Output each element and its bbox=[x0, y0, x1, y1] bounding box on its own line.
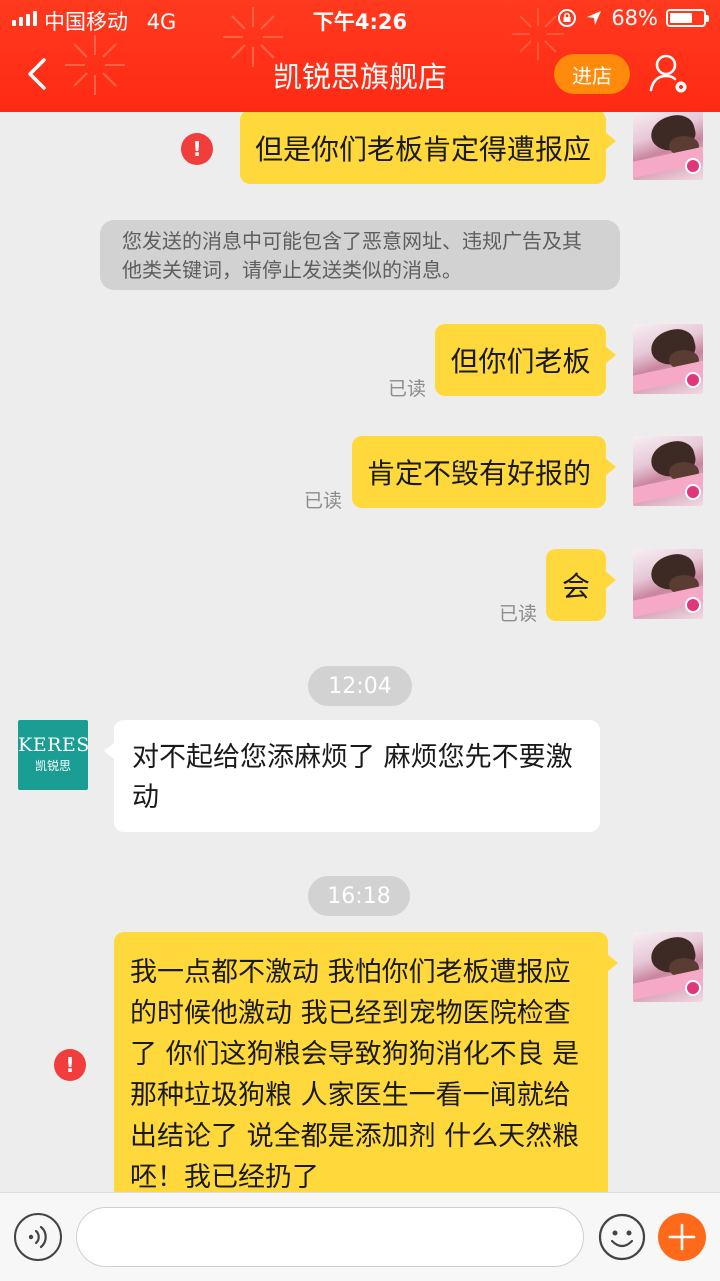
user-settings-icon[interactable] bbox=[648, 52, 690, 96]
voice-icon bbox=[28, 1225, 47, 1249]
message-bubble[interactable]: 肯定不毁有好报的 bbox=[352, 436, 616, 508]
message-text: 肯定不毁有好报的 bbox=[366, 457, 591, 490]
message-text: 但你们老板 bbox=[450, 345, 591, 378]
failed-mark: ! bbox=[192, 137, 202, 161]
my-avatar[interactable] bbox=[633, 932, 703, 1002]
battery-icon bbox=[666, 9, 709, 27]
message-input[interactable] bbox=[76, 1207, 584, 1267]
status-right: 68% bbox=[557, 6, 709, 30]
message-bubble[interactable]: 但是你们老板肯定得遭报应 bbox=[240, 112, 616, 184]
nav-bar: 凯锐思旗舰店 进店 bbox=[0, 38, 720, 112]
plus-button[interactable] bbox=[658, 1213, 706, 1261]
input-bar bbox=[0, 1192, 720, 1281]
shop-message-bubble[interactable]: 对不起给您添麻烦了 麻烦您先不要激动 bbox=[104, 720, 600, 832]
battery-fill bbox=[670, 13, 692, 23]
chat-area[interactable]: ! 但是你们老板肯定得遭报应 您发送的消息中可能包含了恶意网址、违规广告及其他类… bbox=[0, 112, 720, 1192]
timestamp: 16:18 bbox=[308, 876, 410, 916]
message-text: 但是你们老板肯定得遭报应 bbox=[254, 133, 591, 166]
message-text: 会 bbox=[561, 570, 590, 603]
read-status: 已读 bbox=[499, 603, 538, 625]
message-text: 对不起给您添麻烦了 麻烦您先不要激动 bbox=[132, 742, 573, 813]
location-icon bbox=[587, 11, 602, 25]
failed-mark: ! bbox=[65, 1053, 75, 1077]
my-avatar[interactable] bbox=[633, 549, 703, 619]
system-notice: 您发送的消息中可能包含了恶意网址、违规广告及其他类关键词，请停止发送类似的消息。 bbox=[100, 220, 620, 290]
my-avatar[interactable] bbox=[633, 436, 703, 506]
read-status: 已读 bbox=[388, 378, 427, 400]
shop-avatar[interactable]: KERES 凯锐思 bbox=[18, 720, 90, 790]
timestamp: 12:04 bbox=[308, 666, 412, 706]
message-bubble[interactable]: 会 bbox=[546, 549, 616, 621]
voice-button[interactable] bbox=[14, 1213, 62, 1261]
enter-store-button[interactable]: 进店 bbox=[554, 54, 630, 94]
send-failed-icon[interactable]: ! bbox=[54, 1049, 86, 1081]
shop-avatar-sub: 凯锐思 bbox=[34, 759, 71, 773]
status-bar: 中国移动 4G 下午4:26 68% bbox=[0, 0, 720, 38]
header: 中国移动 4G 下午4:26 68% 凯锐思旗舰店 进店 bbox=[0, 0, 720, 112]
orientation-lock-icon bbox=[558, 9, 577, 27]
message-bubble[interactable]: 我一点都不激动 我怕你们老板遭报应的时候他激动 我已经到宠物医院检查了 你们这狗… bbox=[114, 932, 618, 1192]
plus-icon bbox=[668, 1223, 696, 1251]
my-avatar[interactable] bbox=[633, 324, 703, 394]
my-avatar[interactable] bbox=[633, 112, 703, 180]
message-bubble[interactable]: 但你们老板 bbox=[435, 324, 616, 396]
shop-avatar-brand: KERES bbox=[18, 734, 90, 756]
message-text: 我一点都不激动 我怕你们老板遭报应的时候他激动 我已经到宠物医院检查了 你们这狗… bbox=[130, 957, 580, 1192]
read-status: 已读 bbox=[304, 490, 343, 512]
send-failed-icon[interactable]: ! bbox=[181, 133, 213, 165]
emoji-icon[interactable] bbox=[598, 1213, 646, 1261]
battery-percent: 68% bbox=[611, 6, 658, 30]
